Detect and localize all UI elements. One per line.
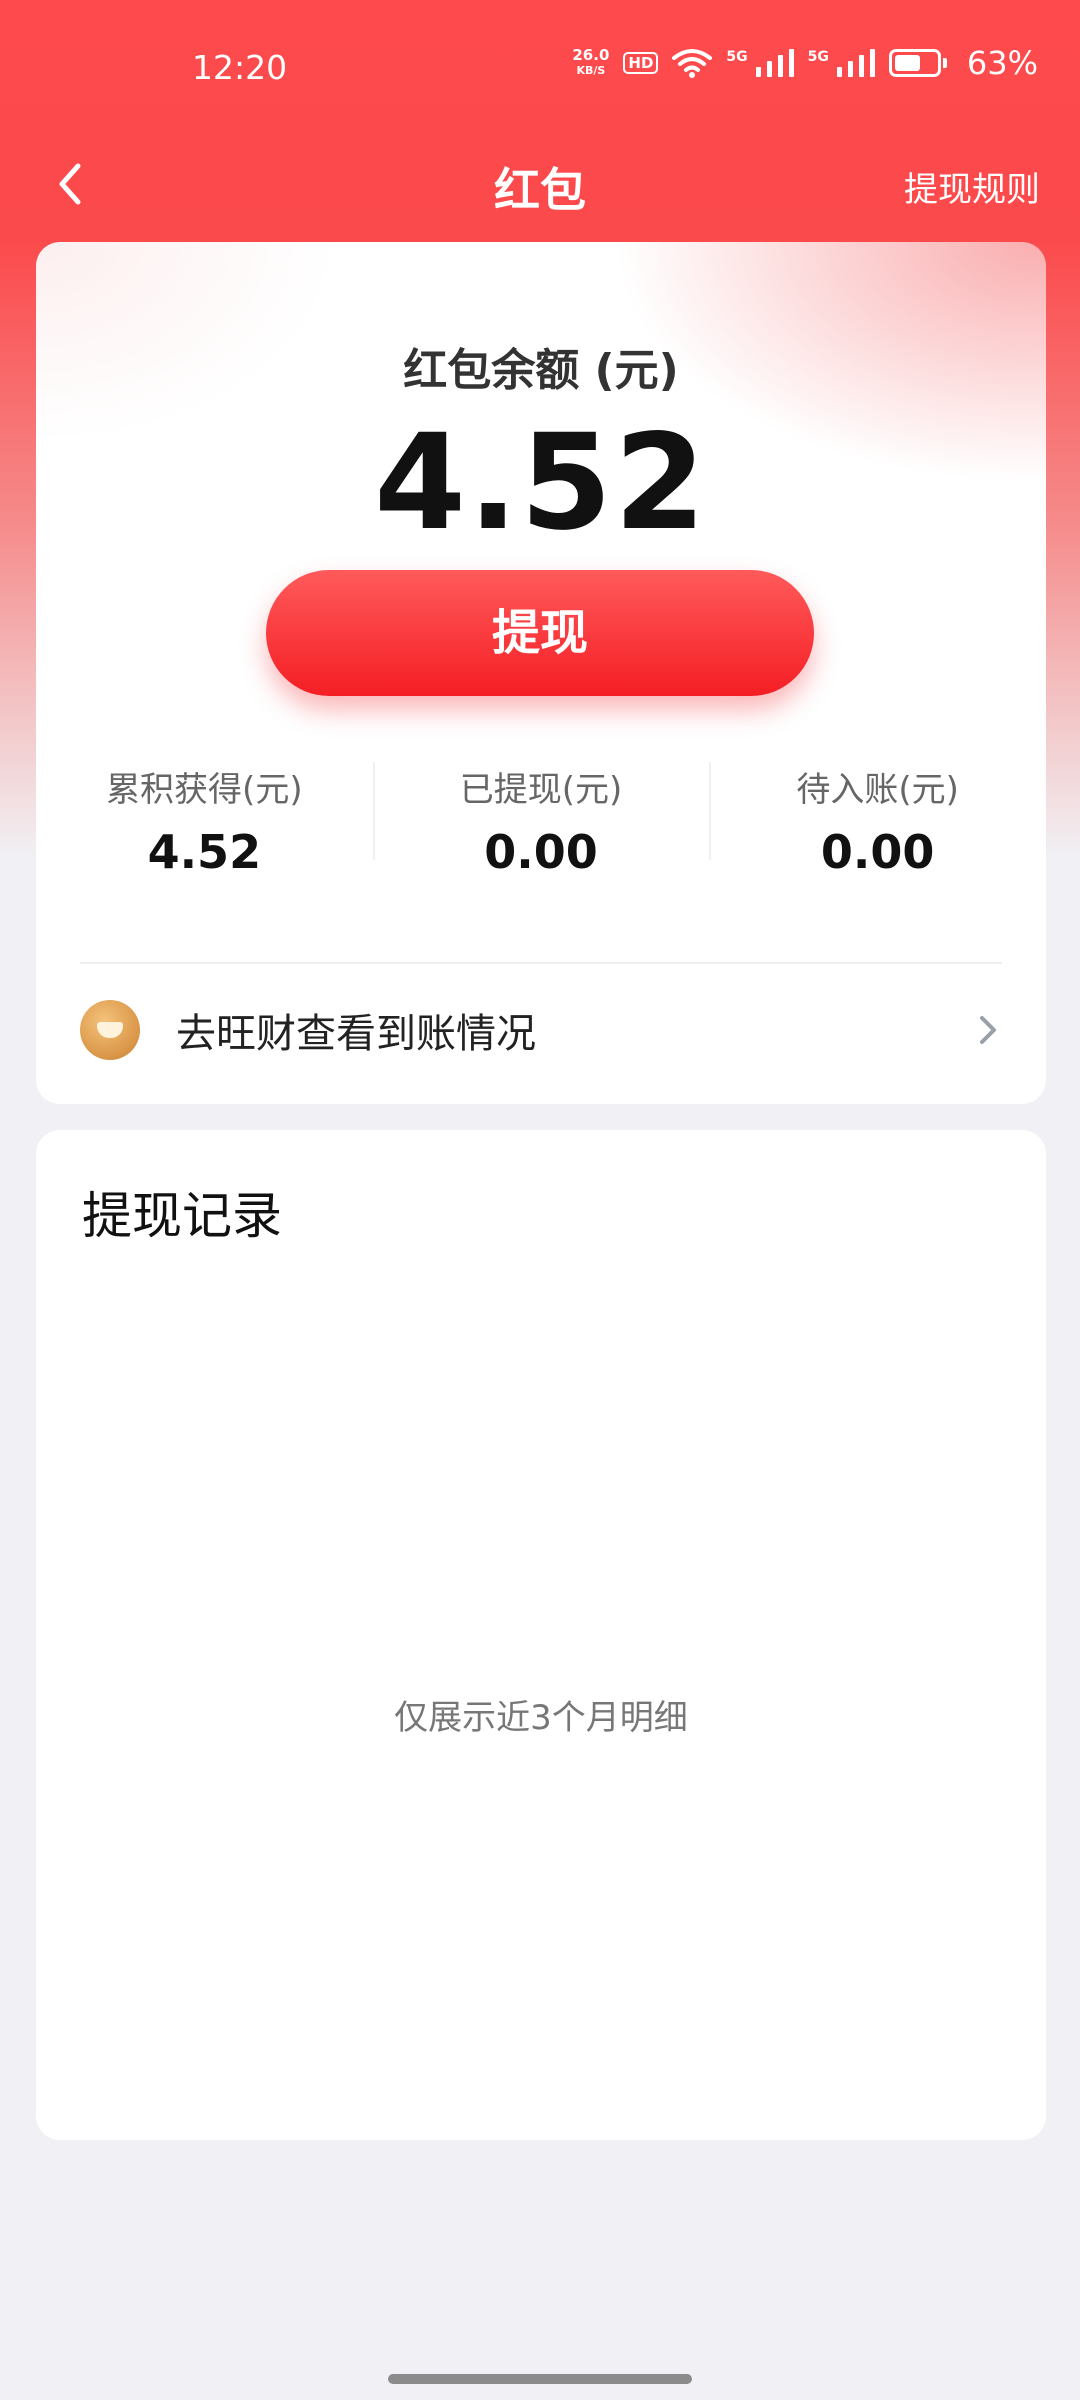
stat-label: 待入账(元): [796, 770, 959, 810]
records-title: 提现记录: [82, 1187, 282, 1245]
status-bar: 12:20 26.0 KB/S HD 5G 5G 63%: [0, 0, 1080, 130]
sim1-network-label: 5G: [726, 49, 748, 65]
balance-label: 红包余额 (元): [403, 345, 679, 396]
records-empty-note: 仅展示近3个月明细: [394, 1698, 688, 1738]
divider: [80, 962, 1002, 964]
status-time: 12:20: [192, 48, 288, 87]
balance-card: 红包余额 (元) 4.52 提现 累积获得(元) 4.52 已提现(元) 0.0…: [36, 242, 1046, 1104]
wifi-icon: [672, 49, 713, 78]
status-icons: 26.0 KB/S HD 5G 5G 63%: [572, 44, 1038, 82]
signal-sim2-icon: 5G: [808, 49, 875, 77]
balance-value: 4.52: [374, 406, 708, 560]
withdraw-records-card: 提现记录 仅展示近3个月明细: [36, 1130, 1046, 2140]
stats-row: 累积获得(元) 4.52 已提现(元) 0.00 待入账(元) 0.00: [36, 762, 1046, 882]
network-speed-unit: KB/S: [576, 64, 606, 77]
wangcai-link-row[interactable]: 去旺财查看到账情况: [80, 998, 1002, 1062]
withdraw-button[interactable]: 提现: [266, 570, 814, 696]
stat-value: 0.00: [484, 825, 598, 879]
signal-sim1-icon: 5G: [726, 49, 794, 77]
sim2-network-label: 5G: [807, 49, 829, 65]
battery-percent: 63%: [966, 44, 1038, 82]
battery-icon: [888, 49, 947, 77]
stat-value: 0.00: [820, 825, 935, 879]
stat-withdrawn: 已提现(元) 0.00: [372, 762, 710, 882]
stat-value: 4.52: [147, 825, 262, 879]
nav-bar: 红包 提现规则: [0, 130, 1080, 240]
hd-icon: HD: [623, 52, 659, 74]
battery-fill: [894, 55, 920, 71]
stat-total-earned: 累积获得(元) 4.52: [36, 762, 373, 882]
home-indicator[interactable]: [388, 2374, 692, 2384]
stat-label: 已提现(元): [459, 770, 623, 810]
withdraw-rules-link[interactable]: 提现规则: [904, 162, 1040, 211]
gold-ingot-icon: [80, 1000, 140, 1060]
stat-pending: 待入账(元) 0.00: [709, 762, 1046, 882]
network-speed-value: 26.0: [572, 46, 610, 64]
stat-label: 累积获得(元): [106, 770, 303, 810]
chevron-right-icon: [980, 1016, 996, 1044]
wangcai-link-text: 去旺财查看到账情况: [176, 1011, 536, 1057]
network-speed: 26.0 KB/S: [572, 47, 609, 79]
